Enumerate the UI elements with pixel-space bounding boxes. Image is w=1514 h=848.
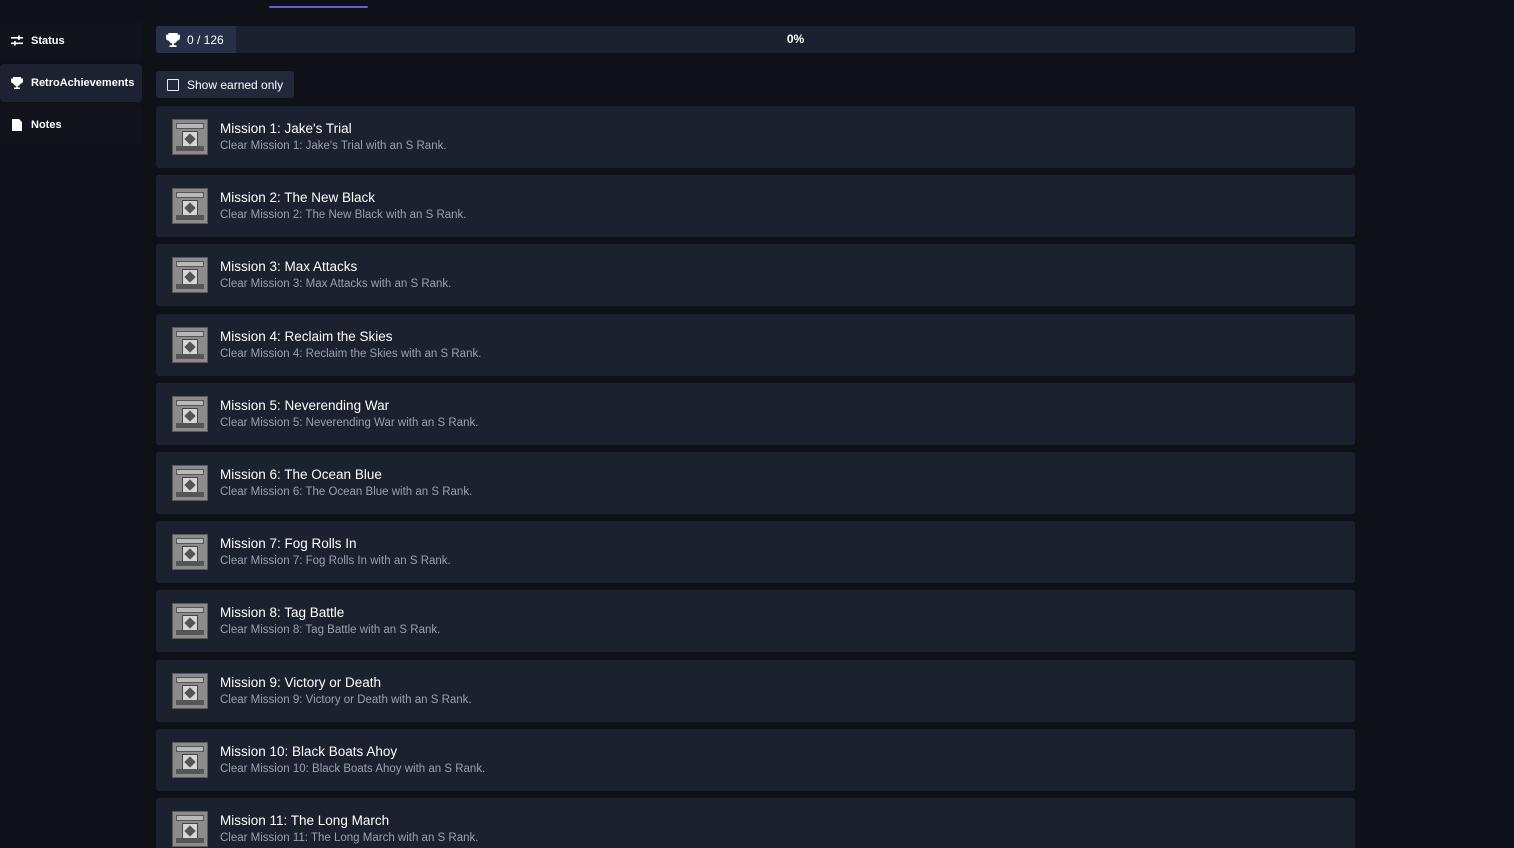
achievement-row[interactable]: Mission 4: Reclaim the Skies Clear Missio…: [156, 313, 1355, 376]
achievement-title: Mission 9: Victory or Death: [220, 674, 382, 690]
sidebar-item-label: Status: [31, 35, 65, 47]
achievement-text: Mission 9: Victory or Death Clear Mission…: [220, 675, 472, 707]
achievement-description: Clear Mission 7: Fog Rolls In with an S …: [220, 555, 451, 568]
achievement-badge-icon: [172, 534, 208, 571]
achievement-text: Mission 3: Max Attacks Clear Mission 3: M…: [220, 259, 451, 291]
sidebar-item-label: RetroAchievements: [31, 77, 135, 89]
achievement-text: Mission 4: Reclaim the Skies Clear Missio…: [220, 329, 481, 361]
active-tab-indicator: [269, 6, 368, 8]
achievement-description: Clear Mission 3: Max Attacks with an S R…: [220, 278, 452, 291]
achievement-title: Mission 1: Jake's Trial: [220, 121, 352, 136]
achievement-text: Mission 10: Black Boats Ahoy Clear Missio…: [220, 744, 485, 776]
achievement-text: Mission 2: The New Black Clear Mission 2:…: [220, 190, 467, 222]
achievement-list: Mission 1: Jake's Trial Clear Mission 1: …: [156, 106, 1355, 848]
achievement-row[interactable]: Mission 6: The Ocean Blue Clear Mission 6…: [156, 451, 1355, 514]
achievement-description: Clear Mission 2: The New Black with an S…: [220, 209, 467, 222]
achievement-description: Clear Mission 10: Black Boats Ahoy with …: [220, 762, 486, 775]
achievement-badge-icon: [172, 741, 208, 778]
achievement-row[interactable]: Mission 11: The Long March Clear Mission …: [156, 797, 1355, 848]
achievement-badge-icon: [172, 464, 208, 501]
achievement-badge-icon: [172, 188, 208, 225]
achievement-title: Mission 3: Max Attacks: [220, 259, 358, 275]
achievement-text: Mission 5: Neverending War Clear Mission …: [220, 398, 478, 430]
achievement-title: Mission 10: Black Boats Ahoy: [220, 743, 398, 759]
achievement-row[interactable]: Mission 1: Jake's Trial Clear Mission 1: …: [156, 106, 1355, 168]
achievement-description: Clear Mission 11: The Long March with an…: [220, 831, 479, 844]
achievement-text: Mission 6: The Ocean Blue Clear Mission 6…: [220, 467, 472, 499]
achievement-text: Mission 1: Jake's Trial Clear Mission 1: …: [220, 121, 447, 153]
trophy-icon: [10, 77, 23, 90]
app-window: Status RetroAchievements Notes 0 / 126 0…: [0, 0, 1514, 848]
achievement-badge-icon: [172, 672, 208, 709]
sidebar-item-status[interactable]: Status: [0, 22, 142, 60]
achievement-title: Mission 5: Neverending War: [220, 397, 390, 413]
achievement-title: Mission 2: The New Black: [220, 190, 376, 206]
achievement-row[interactable]: Mission 3: Max Attacks Clear Mission 3: M…: [156, 244, 1355, 307]
achievement-badge-icon: [172, 810, 208, 847]
trophy-icon: [166, 32, 180, 47]
achievement-title: Mission 7: Fog Rolls In: [220, 536, 357, 552]
progress-percent: 0%: [786, 32, 805, 46]
achievement-description: Clear Mission 8: Tag Battle with an S Ra…: [220, 624, 441, 637]
sidebar-item-notes[interactable]: Notes: [0, 106, 142, 144]
achievement-progress-bar: 0 / 126 0%: [156, 26, 1355, 53]
sidebar-item-retroachievements[interactable]: RetroAchievements: [0, 64, 142, 102]
achievement-title: Mission 8: Tag Battle: [220, 605, 345, 621]
achievement-description: Clear Mission 1: Jake's Trial with an S …: [220, 140, 447, 152]
achievement-description: Clear Mission 9: Victory or Death with a…: [220, 693, 472, 706]
achievement-row[interactable]: Mission 9: Victory or Death Clear Mission…: [156, 659, 1355, 722]
achievement-text: Mission 11: The Long March Clear Mission …: [220, 813, 478, 845]
achievement-title: Mission 4: Reclaim the Skies: [220, 328, 393, 344]
notes-icon: [10, 119, 23, 132]
show-earned-checkbox[interactable]: [167, 78, 179, 91]
achievement-row[interactable]: Mission 8: Tag Battle Clear Mission 8: Ta…: [156, 590, 1355, 653]
achievement-description: Clear Mission 4: Reclaim the Skies with …: [220, 347, 482, 360]
achievement-row[interactable]: Mission 2: The New Black Clear Mission 2:…: [156, 175, 1355, 238]
achievement-row[interactable]: Mission 7: Fog Rolls In Clear Mission 7: …: [156, 521, 1355, 584]
achievement-description: Clear Mission 6: The Ocean Blue with an …: [220, 485, 473, 498]
achievement-title: Mission 6: The Ocean Blue: [220, 466, 382, 482]
progress-count-text: 0 / 126: [187, 32, 224, 47]
achievement-badge-icon: [172, 119, 208, 155]
achievement-badge-icon: [172, 395, 208, 432]
achievement-badge-icon: [172, 326, 208, 363]
achievement-description: Clear Mission 5: Neverending War with an…: [220, 416, 479, 429]
show-earned-label: Show earned only: [187, 77, 284, 92]
achievement-row[interactable]: Mission 5: Neverending War Clear Mission …: [156, 382, 1355, 445]
achievement-row[interactable]: Mission 10: Black Boats Ahoy Clear Missio…: [156, 728, 1355, 791]
sidebar-item-label: Notes: [31, 119, 62, 131]
achievement-title: Mission 11: The Long March: [220, 812, 390, 828]
achievement-text: Mission 7: Fog Rolls In Clear Mission 7: …: [220, 536, 451, 568]
achievement-badge-icon: [172, 257, 208, 294]
progress-count: 0 / 126: [156, 26, 236, 53]
sidebar: Status RetroAchievements Notes: [0, 22, 142, 148]
sliders-icon: [10, 35, 23, 48]
achievement-badge-icon: [172, 603, 208, 640]
achievement-text: Mission 8: Tag Battle Clear Mission 8: Ta…: [220, 605, 440, 637]
show-earned-only-toggle[interactable]: Show earned only: [156, 71, 294, 98]
